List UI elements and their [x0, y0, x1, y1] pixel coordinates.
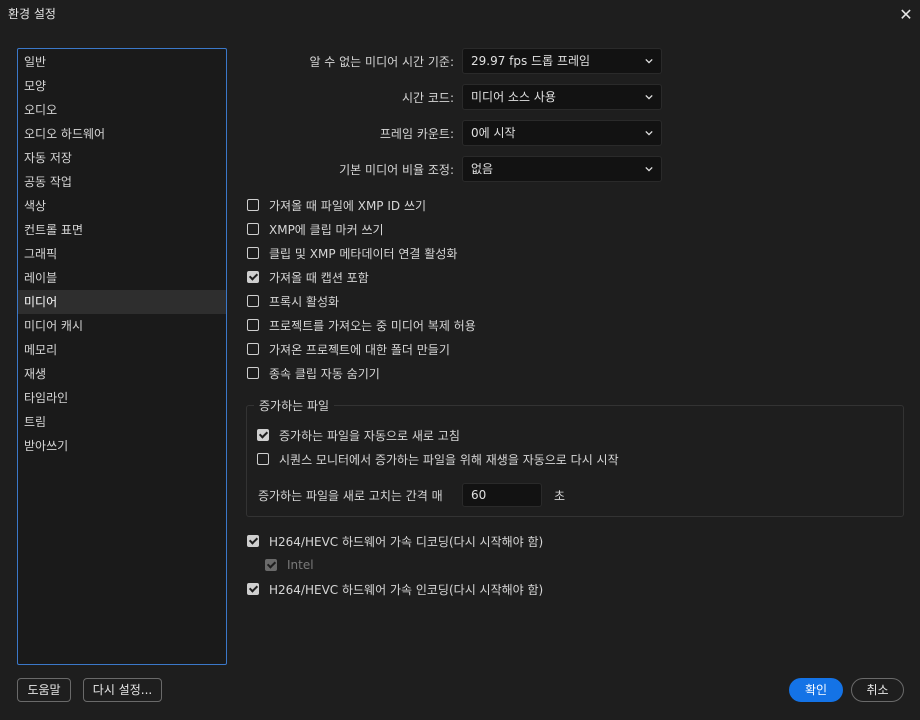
pixel-aspect-value: 없음 [471, 162, 494, 176]
checkbox[interactable] [247, 367, 259, 379]
checkbox-label: Intel [287, 558, 314, 572]
sidebar-item-memory[interactable]: 메모리 [18, 338, 226, 362]
refresh-interval-input[interactable]: 60 [462, 483, 542, 507]
checkbox-label: 종속 클립 자동 숨기기 [269, 366, 380, 381]
checkbox-row-xmp-link[interactable]: 클립 및 XMP 메타데이터 연결 활성화 [247, 244, 457, 262]
frame-count-select[interactable]: 0에 시작 [462, 120, 662, 146]
title-bar: 환경 설정 ✕ [0, 0, 920, 28]
pixel-aspect-select[interactable]: 없음 [462, 156, 662, 182]
checkbox[interactable] [247, 583, 259, 595]
sidebar-item-graphics[interactable]: 그래픽 [18, 242, 226, 266]
checkbox-label: 프록시 활성화 [269, 294, 340, 309]
checkbox-row-hw-decode[interactable]: H264/HEVC 하드웨어 가속 디코딩(다시 시작해야 함) [247, 532, 543, 550]
checkbox-label: 가져올 때 파일에 XMP ID 쓰기 [269, 198, 427, 213]
checkbox-label: H264/HEVC 하드웨어 가속 디코딩(다시 시작해야 함) [269, 534, 544, 549]
checkbox[interactable] [247, 271, 259, 283]
checkbox-row-duplicate-media[interactable]: 프로젝트를 가져오는 중 미디어 복제 허용 [247, 316, 476, 334]
sidebar-item-auto-save[interactable]: 자동 저장 [18, 146, 226, 170]
checkbox-label: H264/HEVC 하드웨어 가속 인코딩(다시 시작해야 함) [269, 582, 544, 597]
sidebar-item-media-cache[interactable]: 미디어 캐시 [18, 314, 226, 338]
cancel-button[interactable]: 취소 [851, 678, 904, 702]
checkbox-row-hide-subclips[interactable]: 종속 클립 자동 숨기기 [247, 364, 380, 382]
sidebar-item-trim[interactable]: 트림 [18, 410, 226, 434]
sidebar-item-labels[interactable]: 레이블 [18, 266, 226, 290]
sidebar-item-media[interactable]: 미디어 [18, 290, 226, 314]
timebase-select[interactable]: 29.97 fps 드롭 프레임 [462, 48, 662, 74]
frame-count-value: 0에 시작 [471, 126, 516, 140]
refresh-interval-unit: 초 [554, 489, 566, 503]
sidebar-item-audio[interactable]: 오디오 [18, 98, 226, 122]
checkbox-row-auto-refresh[interactable]: 증가하는 파일을 자동으로 새로 고침 [257, 426, 460, 444]
refresh-interval-label: 증가하는 파일을 새로 고치는 간격 매 [258, 489, 443, 503]
sidebar-item-timeline[interactable]: 타임라인 [18, 386, 226, 410]
checkbox-label: 가져온 프로젝트에 대한 폴더 만들기 [269, 342, 450, 357]
timecode-select[interactable]: 미디어 소스 사용 [462, 84, 662, 110]
checkbox-row-xmp-id[interactable]: 가져올 때 파일에 XMP ID 쓰기 [247, 196, 426, 214]
pixel-aspect-label: 기본 미디어 비율 조정: [339, 163, 454, 177]
checkbox-row-captions[interactable]: 가져올 때 캡션 포함 [247, 268, 369, 286]
checkbox[interactable] [247, 247, 259, 259]
frame-count-label: 프레임 카운트: [379, 127, 454, 141]
checkbox-row-xmp-markers[interactable]: XMP에 클립 마커 쓰기 [247, 220, 384, 238]
checkbox[interactable] [247, 295, 259, 307]
sidebar-item-transcription[interactable]: 받아쓰기 [18, 434, 226, 458]
chevron-down-icon [645, 166, 653, 172]
sidebar-item-color[interactable]: 색상 [18, 194, 226, 218]
checkbox-label: 증가하는 파일을 자동으로 새로 고침 [279, 428, 460, 443]
checkbox-row-project-folders[interactable]: 가져온 프로젝트에 대한 폴더 만들기 [247, 340, 450, 358]
timecode-label: 시간 코드: [401, 91, 454, 105]
timebase-label: 알 수 없는 미디어 시간 기준: [309, 55, 454, 69]
checkbox[interactable] [247, 223, 259, 235]
checkbox-label: 시퀀스 모니터에서 증가하는 파일을 위해 재생을 자동으로 다시 시작 [279, 452, 619, 467]
checkbox-row-restart-playback[interactable]: 시퀀스 모니터에서 증가하는 파일을 위해 재생을 자동으로 다시 시작 [257, 450, 619, 468]
checkbox[interactable] [247, 199, 259, 211]
reset-button[interactable]: 다시 설정... [83, 678, 162, 702]
checkbox[interactable] [247, 343, 259, 355]
checkbox-row-hw-encode[interactable]: H264/HEVC 하드웨어 가속 인코딩(다시 시작해야 함) [247, 580, 543, 598]
growing-files-legend: 증가하는 파일 [254, 397, 335, 414]
close-icon[interactable]: ✕ [892, 0, 920, 28]
help-button[interactable]: 도움말 [17, 678, 71, 702]
checkbox[interactable] [257, 453, 269, 465]
checkbox [265, 559, 277, 571]
checkbox[interactable] [247, 535, 259, 547]
window-title: 환경 설정 [8, 7, 56, 21]
chevron-down-icon [645, 130, 653, 136]
sidebar-item-audio-hardware[interactable]: 오디오 하드웨어 [18, 122, 226, 146]
category-list: 일반 모양 오디오 오디오 하드웨어 자동 저장 공동 작업 색상 컨트롤 표면… [17, 48, 227, 665]
checkbox-label: 클립 및 XMP 메타데이터 연결 활성화 [269, 246, 458, 261]
chevron-down-icon [645, 94, 653, 100]
checkbox-row-proxies[interactable]: 프록시 활성화 [247, 292, 339, 310]
sidebar-item-playback[interactable]: 재생 [18, 362, 226, 386]
checkbox-label: 프로젝트를 가져오는 중 미디어 복제 허용 [269, 318, 476, 333]
timebase-value: 29.97 fps 드롭 프레임 [471, 54, 591, 68]
checkbox[interactable] [247, 319, 259, 331]
sidebar-item-appearance[interactable]: 모양 [18, 74, 226, 98]
sidebar-item-collaboration[interactable]: 공동 작업 [18, 170, 226, 194]
sidebar-item-control-surface[interactable]: 컨트롤 표면 [18, 218, 226, 242]
checkbox-row-intel: Intel [265, 556, 314, 574]
timecode-value: 미디어 소스 사용 [471, 90, 556, 104]
checkbox-label: 가져올 때 캡션 포함 [269, 270, 369, 285]
checkbox[interactable] [257, 429, 269, 441]
checkbox-label: XMP에 클립 마커 쓰기 [269, 222, 384, 237]
ok-button[interactable]: 확인 [789, 678, 843, 702]
chevron-down-icon [645, 58, 653, 64]
sidebar-item-general[interactable]: 일반 [18, 50, 226, 74]
